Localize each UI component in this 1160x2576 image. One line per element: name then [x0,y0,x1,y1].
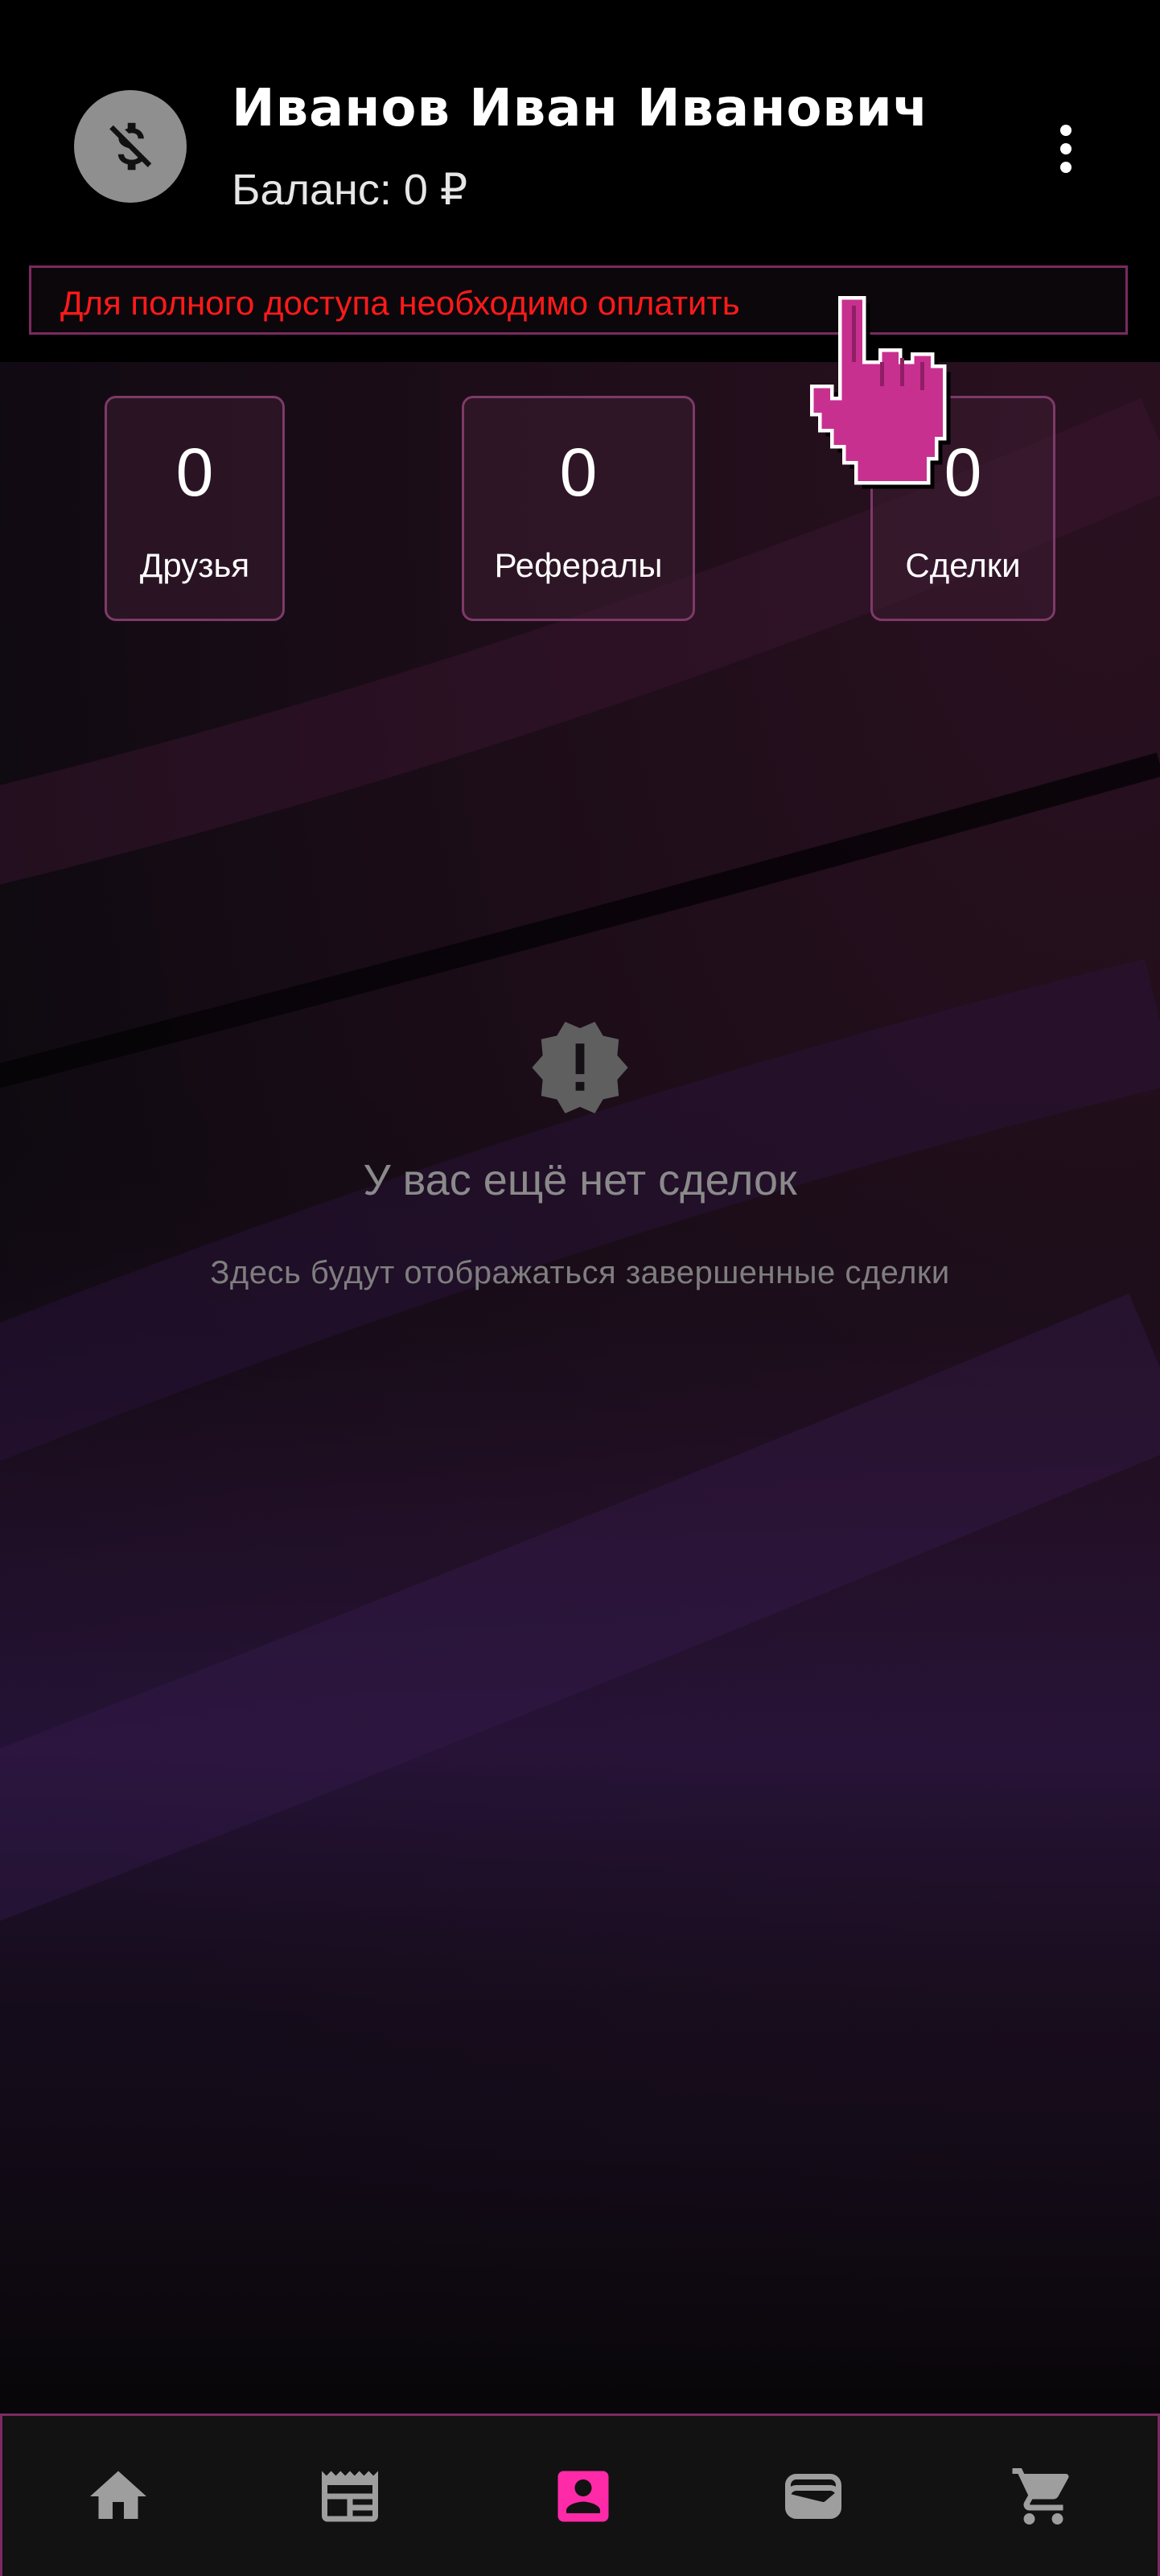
background-swirl [0,362,1160,2413]
payment-notice[interactable]: Для полного доступа необходимо оплатить [29,265,1128,335]
alert-badge-icon [528,1015,632,1120]
avatar[interactable] [74,90,187,203]
nav-feed[interactable] [316,2463,384,2530]
nav-wallet[interactable] [780,2463,847,2530]
referrals-label: Рефералы [494,546,663,584]
friends-count: 0 [175,434,214,510]
deals-label: Сделки [905,546,1021,584]
empty-state-title: У вас ещё нет сделок [363,1156,797,1204]
wallet-icon [785,2474,841,2519]
account-box-icon [557,2471,609,2522]
profile-header: Иванов Иван Иванович Баланс: 0 ₽ Для пол… [0,0,1160,362]
payment-notice-text: Для полного доступа необходимо оплатить [60,284,740,322]
more-menu-button[interactable] [1038,113,1094,185]
no-money-icon [109,122,152,171]
hand-pointer-icon [792,290,952,491]
stat-card-friends[interactable]: 0 Друзья [105,396,285,621]
balance-text: Баланс: 0 ₽ [232,166,468,214]
newspaper-icon [322,2471,378,2522]
nav-profile[interactable] [549,2463,617,2530]
stat-card-referrals[interactable]: 0 Рефералы [462,396,695,621]
user-name: Иванов Иван Иванович [232,79,929,138]
cart-icon [1012,2468,1069,2525]
more-vertical-icon [1060,125,1072,136]
empty-state-subtitle: Здесь будут отображаться завершенные сде… [210,1255,950,1290]
nav-home[interactable] [84,2463,152,2530]
nav-cart[interactable] [1010,2463,1077,2530]
referrals-count: 0 [559,434,598,510]
friends-label: Друзья [139,546,250,584]
home-icon [90,2471,146,2519]
bottom-navigation [0,2413,1160,2576]
profile-screen: Иванов Иван Иванович Баланс: 0 ₽ Для пол… [0,0,1160,2576]
